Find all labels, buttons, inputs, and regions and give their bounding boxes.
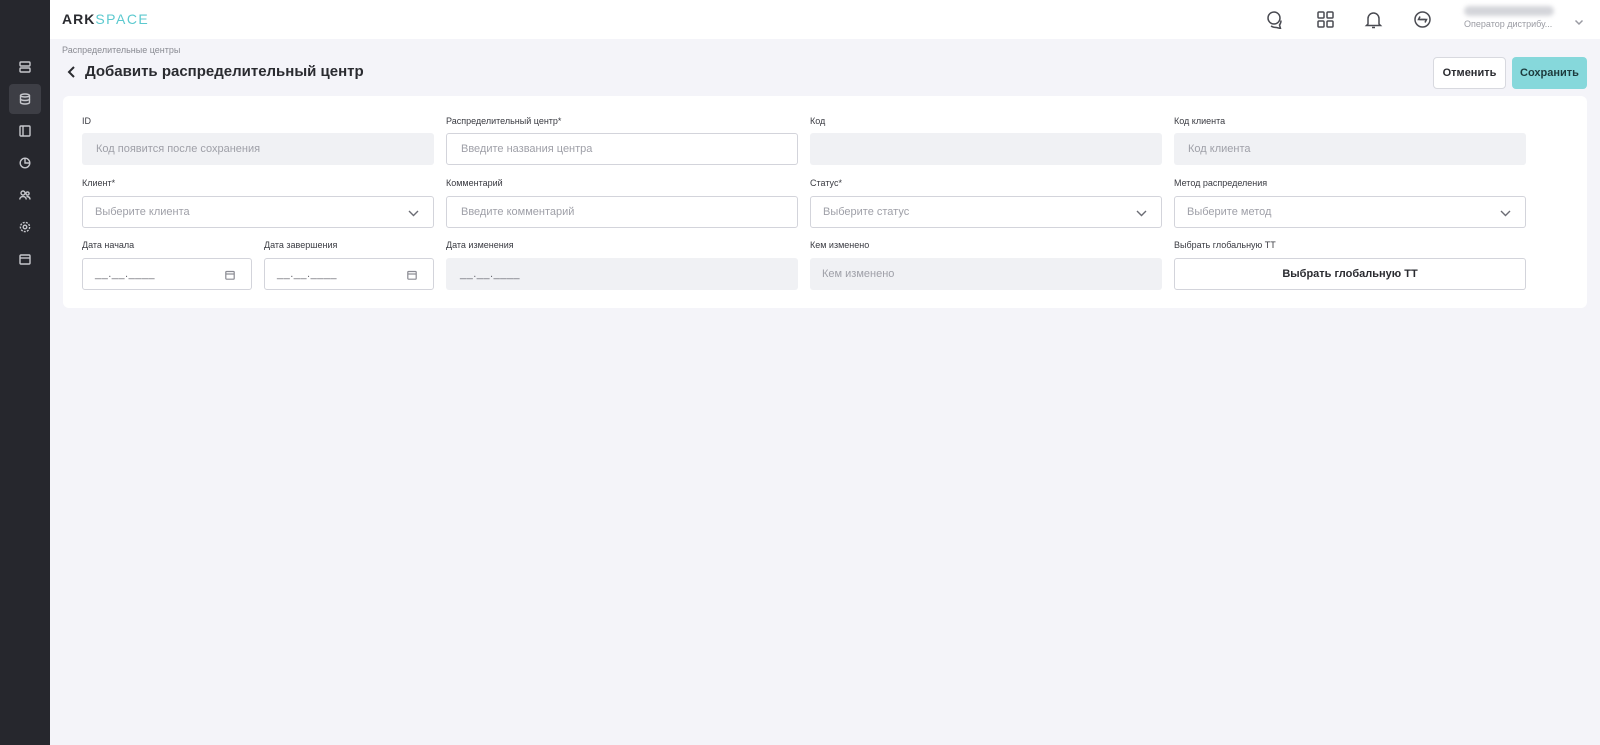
changed-by-label: Кем изменено (810, 240, 870, 250)
user-name-blurred (1464, 6, 1554, 16)
id-placeholder: Код появится после сохранения (96, 143, 261, 155)
logo-space: SPACE (95, 11, 150, 27)
start-date-label: Дата начала (82, 240, 135, 250)
calendar-icon[interactable] (407, 270, 417, 280)
sidebar-item-calendar[interactable] (9, 244, 41, 274)
client-code-field: Код клиента (1174, 133, 1526, 165)
apps-grid-icon[interactable] (1316, 10, 1335, 29)
calendar-icon[interactable] (225, 270, 235, 280)
settings-icon (19, 221, 31, 233)
chevron-down-icon (1136, 208, 1147, 218)
client-label: Клиент* (82, 178, 116, 188)
comment-label: Комментарий (446, 178, 503, 188)
status-select[interactable]: Выберите статус (810, 196, 1162, 228)
method-select[interactable]: Выберите метод (1174, 196, 1526, 228)
center-name-placeholder: Введите названия центра (461, 143, 593, 155)
comment-placeholder: Введите комментарий (461, 206, 575, 218)
method-placeholder: Выберите метод (1187, 206, 1272, 218)
end-date-mask: __.__.____ (277, 268, 338, 280)
status-label: Статус* (810, 178, 842, 188)
users-icon (19, 190, 31, 200)
breadcrumb[interactable]: Распределительные центры (62, 45, 180, 55)
page-title: Добавить распределительный центр (85, 63, 364, 80)
code-label: Код (810, 116, 826, 126)
back-arrow-icon[interactable] (65, 65, 77, 79)
sidebar-item-users[interactable] (9, 180, 41, 210)
calendar-icon (19, 254, 31, 265)
sidebar-item-settings[interactable] (9, 212, 41, 242)
sidebar (0, 0, 50, 745)
client-placeholder: Выберите клиента (95, 206, 190, 218)
server-icon (19, 61, 31, 73)
status-placeholder: Выберите статус (823, 206, 910, 218)
comment-input[interactable]: Введите комментарий (446, 196, 798, 228)
chevron-down-icon (1500, 208, 1511, 218)
user-profile[interactable]: Оператор дистрибу... (1464, 6, 1564, 29)
id-label: ID (82, 116, 91, 126)
app-logo[interactable]: ARKSPACE (62, 11, 149, 27)
layout-icon (19, 125, 31, 137)
chat-icon[interactable] (1266, 10, 1285, 30)
save-button[interactable]: Сохранить (1512, 57, 1587, 89)
sync-icon[interactable] (1413, 10, 1432, 29)
logo-ark: ARK (62, 11, 96, 27)
client-code-placeholder: Код клиента (1188, 143, 1251, 155)
global-tt-label: Выбрать глобальную ТТ (1174, 240, 1276, 250)
changed-by-placeholder: Кем изменено (822, 268, 895, 280)
client-select[interactable]: Выберите клиента (82, 196, 434, 228)
database-icon (19, 93, 31, 105)
end-date-label: Дата завершения (264, 240, 338, 250)
sidebar-item-database[interactable] (9, 84, 41, 114)
chevron-down-icon (408, 208, 419, 218)
sidebar-item-reports[interactable] (9, 148, 41, 178)
id-field: Код появится после сохранения (82, 133, 434, 165)
bell-icon[interactable] (1364, 10, 1383, 29)
top-bar: ARKSPACE Оператор дистрибу... (50, 0, 1600, 39)
changed-date-field: __.__.____ (446, 258, 798, 290)
sidebar-item-servers[interactable] (9, 52, 41, 82)
user-role: Оператор дистрибу... (1464, 19, 1553, 29)
center-label: Распределительный центр* (446, 116, 562, 126)
changed-date-mask: __.__.____ (460, 268, 521, 280)
client-code-label: Код клиента (1174, 116, 1226, 126)
sidebar-item-layout[interactable] (9, 116, 41, 146)
code-field (810, 133, 1162, 165)
center-name-input[interactable]: Введите названия центра (446, 133, 798, 165)
changed-by-field: Кем изменено (810, 258, 1162, 290)
end-date-input[interactable]: __.__.____ (264, 258, 434, 290)
changed-date-label: Дата изменения (446, 240, 514, 250)
select-global-tt-button[interactable]: Выбрать глобальную ТТ (1174, 258, 1526, 290)
start-date-input[interactable]: __.__.____ (82, 258, 252, 290)
method-label: Метод распределения (1174, 178, 1268, 188)
pie-chart-icon (19, 157, 31, 169)
chevron-down-icon[interactable] (1574, 14, 1584, 26)
cancel-button[interactable]: Отменить (1433, 57, 1506, 89)
start-date-mask: __.__.____ (95, 268, 156, 280)
